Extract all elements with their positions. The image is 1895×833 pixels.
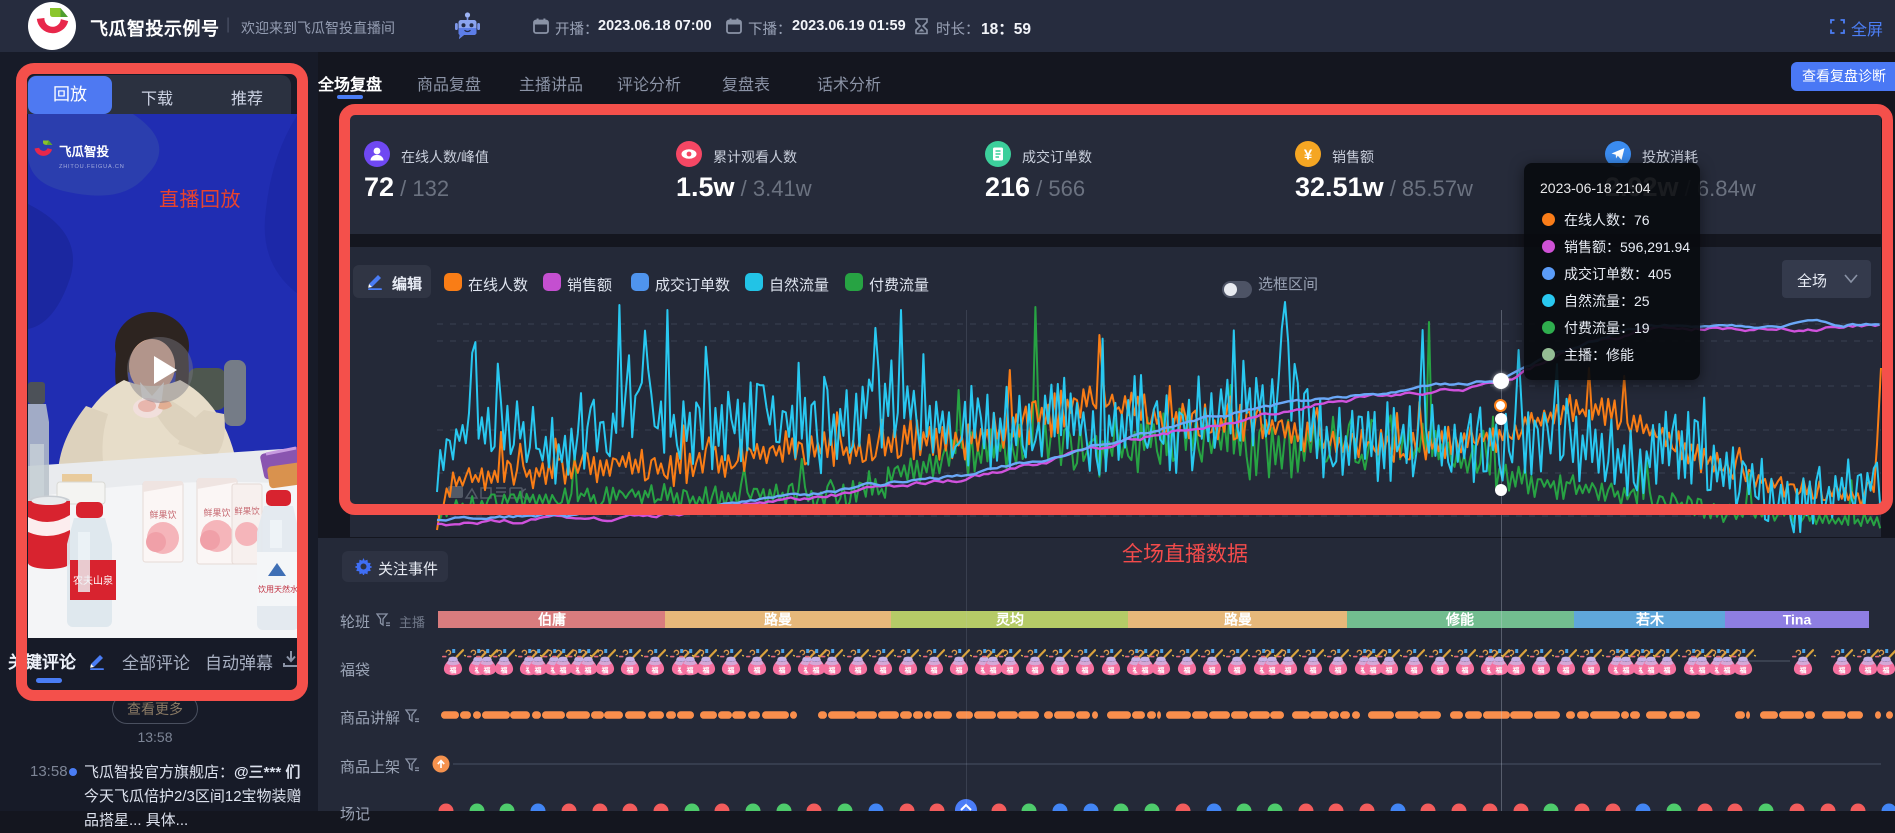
svg-text:路曼: 路曼 — [1224, 612, 1252, 628]
svg-text:若木: 若木 — [1635, 612, 1665, 628]
svg-text:灵均: 灵均 — [996, 612, 1024, 628]
svg-text:Tina: Tina — [1783, 612, 1812, 628]
svg-text:修能: 修能 — [1445, 612, 1474, 628]
svg-text:伯庸: 伯庸 — [538, 612, 566, 628]
svg-text:路曼: 路曼 — [764, 612, 792, 628]
